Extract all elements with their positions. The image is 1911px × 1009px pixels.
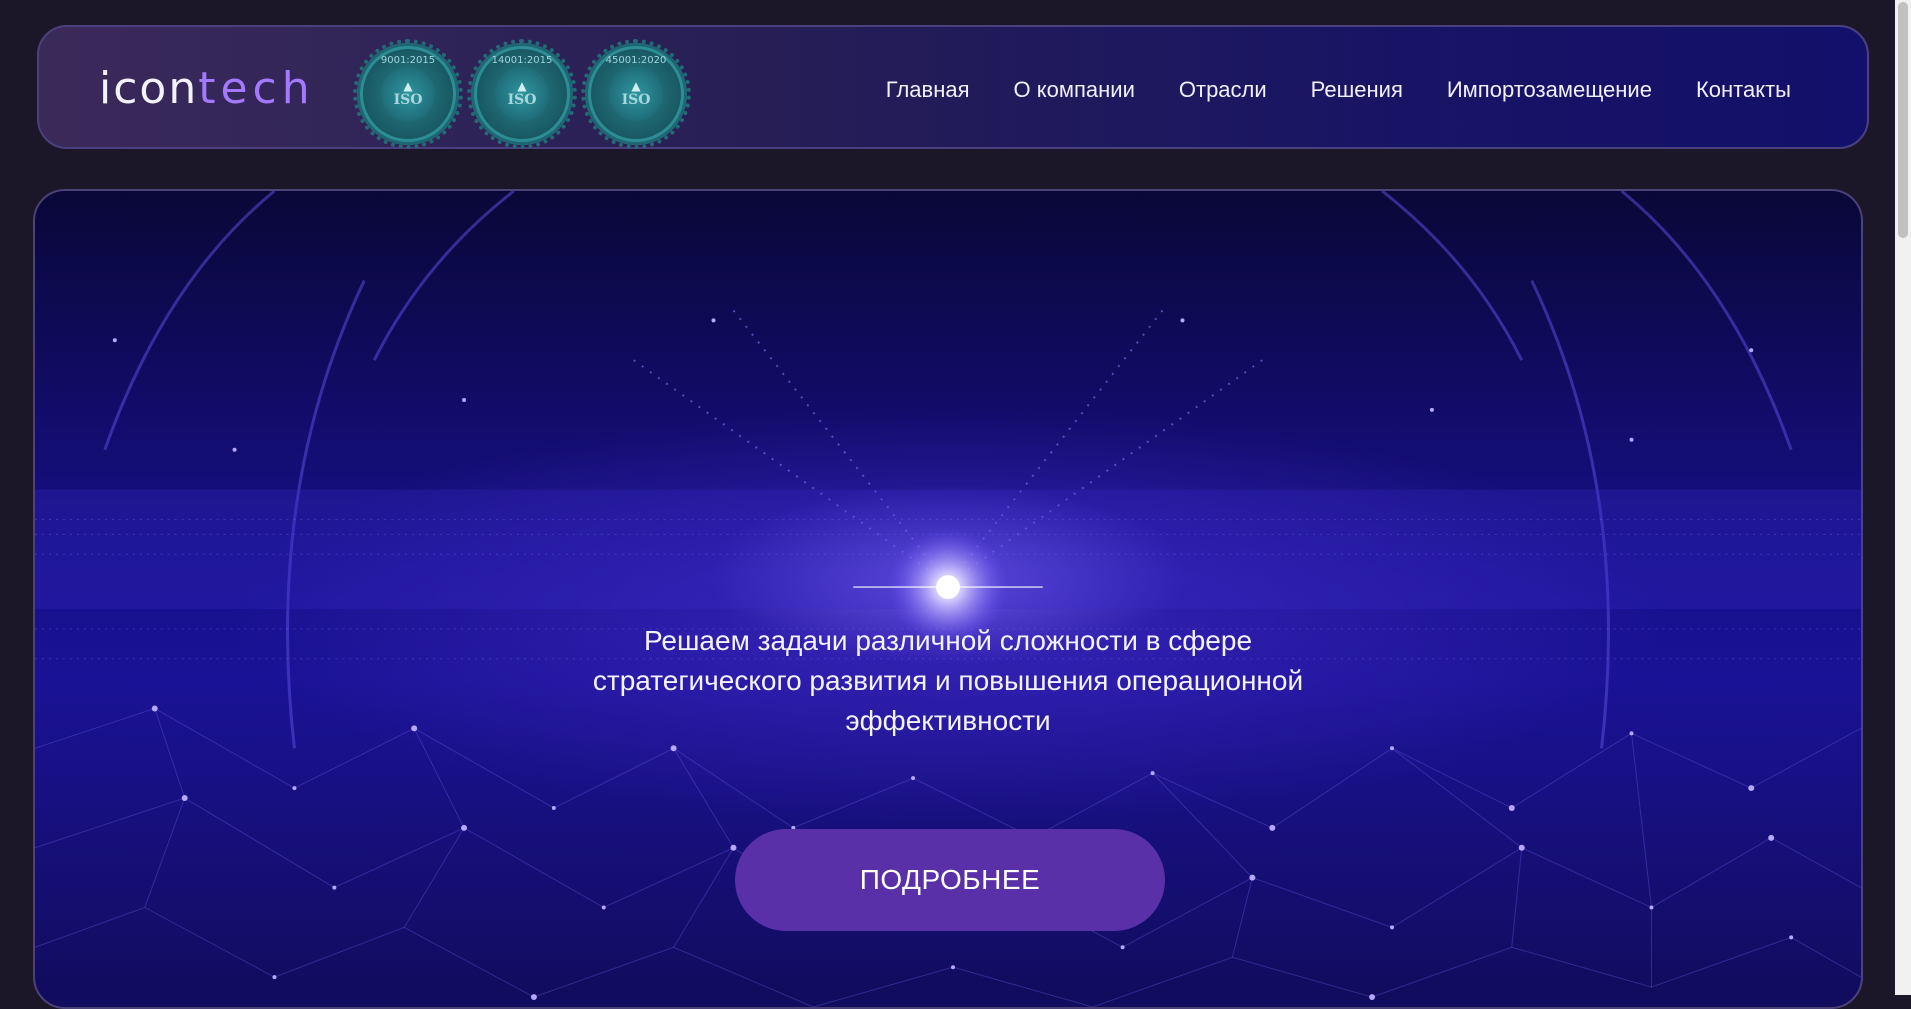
hero-tagline-text: Решаем задачи различной сложности в сфер… bbox=[592, 625, 1304, 736]
nav-about[interactable]: О компании bbox=[1014, 77, 1135, 103]
nav-import-substitution[interactable]: Импортозамещение bbox=[1447, 77, 1652, 103]
main-nav: Главная О компании Отрасли Решения Импор… bbox=[886, 77, 1791, 103]
badge-label: ISO bbox=[621, 92, 651, 108]
scrollbar-thumb[interactable] bbox=[1898, 2, 1908, 238]
nav-home[interactable]: Главная bbox=[886, 77, 970, 103]
badge-inner: ▲ ISO bbox=[381, 67, 435, 121]
page: icontech 9001:2015 ▲ ISO 14001:2015 ▲ IS… bbox=[0, 0, 1895, 1009]
badge-inner: ▲ ISO bbox=[495, 67, 549, 121]
badge-code: 9001:2015 bbox=[380, 55, 436, 66]
drop-icon: ▲ bbox=[403, 79, 413, 93]
badge-label: ISO bbox=[507, 92, 537, 108]
hero-section: Решаем задачи различной сложности в сфер… bbox=[33, 189, 1863, 1009]
nav-industries[interactable]: Отрасли bbox=[1179, 77, 1267, 103]
badge-code: 45001:2020 bbox=[605, 55, 667, 66]
drop-icon: ▲ bbox=[631, 79, 641, 93]
more-button[interactable]: ПОДРОБНЕЕ bbox=[735, 829, 1165, 931]
badge-inner: ▲ ISO bbox=[609, 67, 663, 121]
nav-solutions[interactable]: Решения bbox=[1311, 77, 1403, 103]
logo[interactable]: icontech bbox=[99, 67, 315, 111]
iso-certificate-icon: 45001:2020 ▲ ISO bbox=[581, 39, 691, 149]
logo-text-icon: icon bbox=[99, 63, 199, 114]
drop-icon: ▲ bbox=[517, 79, 527, 93]
page-scrollbar[interactable] bbox=[1895, 0, 1911, 995]
logo-text-tech: tech bbox=[198, 63, 315, 114]
nav-contacts[interactable]: Контакты bbox=[1696, 77, 1791, 103]
badge-label: ISO bbox=[393, 92, 423, 108]
hero-tagline: Решаем задачи различной сложности в сфер… bbox=[35, 621, 1861, 741]
site-header: icontech 9001:2015 ▲ ISO 14001:2015 ▲ IS… bbox=[37, 25, 1869, 149]
iso-certificate-icon: 9001:2015 ▲ ISO bbox=[353, 39, 463, 149]
badge-code: 14001:2015 bbox=[491, 55, 553, 66]
iso-certificate-icon: 14001:2015 ▲ ISO bbox=[467, 39, 577, 149]
iso-badges: 9001:2015 ▲ ISO 14001:2015 ▲ ISO 45001:2… bbox=[353, 39, 691, 149]
